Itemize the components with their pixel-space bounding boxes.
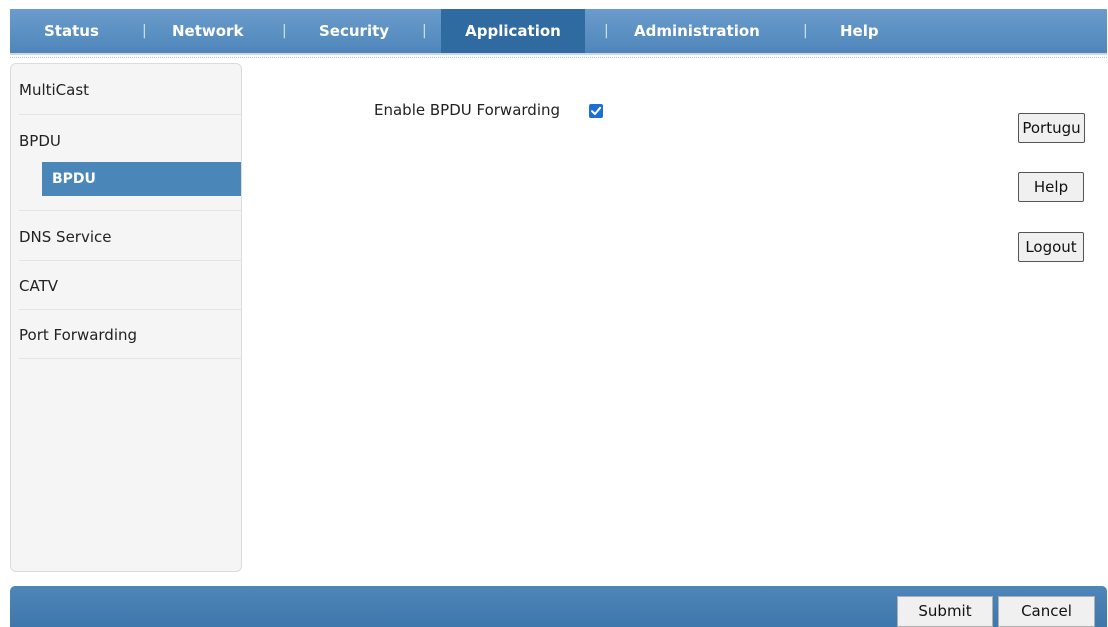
enable-bpdu-forwarding-label: Enable BPDU Forwarding — [374, 101, 561, 119]
checkmark-icon — [591, 106, 602, 115]
sidebar-divider — [19, 309, 241, 310]
tab-security[interactable]: Security — [319, 9, 389, 53]
sidebar-divider — [19, 210, 241, 211]
tab-application[interactable]: Application — [441, 9, 585, 53]
cancel-button[interactable]: Cancel — [998, 596, 1095, 627]
tab-separator: | — [803, 23, 808, 39]
help-button[interactable]: Help — [1018, 172, 1084, 202]
sidebar-item-catv[interactable]: CATV — [19, 277, 241, 295]
tab-administration[interactable]: Administration — [634, 9, 760, 53]
submit-button[interactable]: Submit — [897, 596, 993, 627]
tab-separator: | — [142, 23, 147, 39]
sidebar-item-multicast[interactable]: MultiCast — [19, 81, 241, 99]
tab-separator: | — [282, 23, 287, 39]
tab-status[interactable]: Status — [44, 9, 99, 53]
language-button[interactable]: Portugu — [1018, 113, 1085, 143]
sidebar-item-dns-service[interactable]: DNS Service — [19, 228, 241, 246]
enable-bpdu-forwarding-checkbox[interactable] — [589, 104, 603, 118]
tab-separator: | — [604, 23, 609, 39]
sidebar-item-port-forwarding[interactable]: Port Forwarding — [19, 326, 241, 344]
sidebar-divider — [19, 114, 241, 115]
sidebar-divider — [19, 260, 241, 261]
nav-dotted-divider — [10, 54, 1107, 58]
logout-button[interactable]: Logout — [1018, 232, 1084, 262]
tab-separator: | — [422, 23, 427, 39]
tab-network[interactable]: Network — [172, 9, 243, 53]
sidebar-divider — [19, 358, 241, 359]
top-navigation: Status | Network | Security | Applicatio… — [10, 9, 1107, 58]
sidebar-subitem-bpdu[interactable]: BPDU — [42, 162, 241, 196]
sidebar-item-bpdu[interactable]: BPDU — [19, 132, 241, 150]
tab-help[interactable]: Help — [840, 9, 879, 53]
sidebar-menu: MultiCast BPDU BPDU DNS Service CATV Por… — [10, 63, 242, 572]
